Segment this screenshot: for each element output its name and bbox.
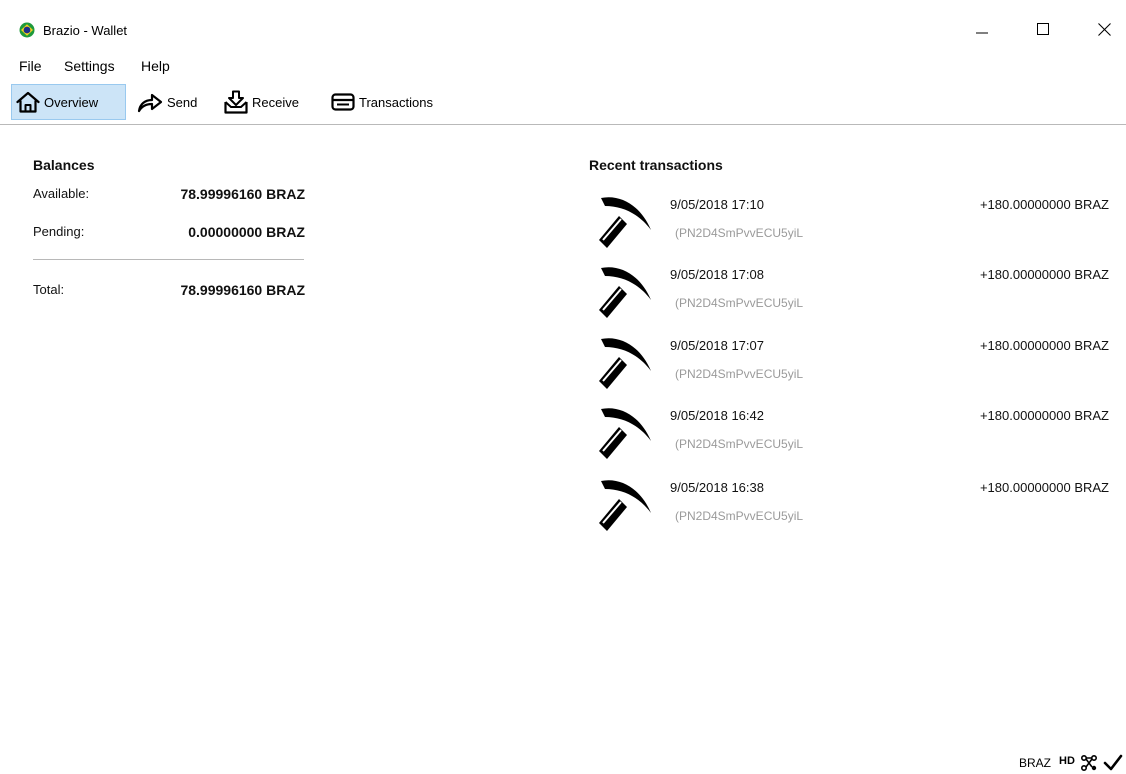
wallet-window: Brazio - Wallet File Settings Help Overv… xyxy=(0,0,1126,774)
balances-divider xyxy=(33,259,304,260)
status-bar: BRAZ HD xyxy=(0,750,1126,774)
transaction-amount: +180.00000000 BRAZ xyxy=(979,197,1109,212)
pending-value[interactable]: 0.00000000 BRAZ xyxy=(140,224,305,240)
balances-panel: Balances Available: 78.99996160 BRAZ Pen… xyxy=(0,125,560,325)
total-label: Total: xyxy=(33,282,65,297)
overview-tab[interactable]: Overview xyxy=(11,84,126,120)
pickaxe-icon xyxy=(599,480,651,531)
transaction-row[interactable]: 9/05/2018 17:10 (PN2D4SmPvvECU5yiL +180.… xyxy=(580,189,1126,259)
transactions-card-icon xyxy=(331,93,355,111)
transaction-address: (PN2D4SmPvvECU5yiL xyxy=(675,296,804,310)
transaction-row[interactable]: 9/05/2018 16:42 (PN2D4SmPvvECU5yiL +180.… xyxy=(580,400,1126,470)
pickaxe-icon xyxy=(599,408,651,459)
maximize-button[interactable] xyxy=(1020,9,1066,49)
transaction-date: 9/05/2018 17:07 xyxy=(670,338,764,353)
transaction-row[interactable]: 9/05/2018 17:08 (PN2D4SmPvvECU5yiL +180.… xyxy=(580,259,1126,329)
network-connections-icon[interactable] xyxy=(1079,753,1099,773)
menu-help[interactable]: Help xyxy=(141,58,170,74)
transactions-tab[interactable]: Transactions xyxy=(327,84,457,120)
toolbar: Overview Send Receive Transactions xyxy=(0,81,1126,125)
pickaxe-icon xyxy=(599,197,651,248)
available-label: Available: xyxy=(33,186,90,201)
balances-heading: Balances xyxy=(33,157,95,173)
transaction-date: 9/05/2018 16:38 xyxy=(670,480,764,495)
receive-inbox-icon xyxy=(224,90,248,114)
pickaxe-icon xyxy=(599,338,651,389)
transaction-row[interactable]: 9/05/2018 17:07 (PN2D4SmPvvECU5yiL +180.… xyxy=(580,330,1126,400)
menu-file[interactable]: File xyxy=(19,58,42,74)
unit-selector[interactable]: BRAZ xyxy=(1019,756,1051,770)
pending-label: Pending: xyxy=(33,224,85,239)
transaction-amount: +180.00000000 BRAZ xyxy=(979,267,1109,282)
title-bar[interactable]: Brazio - Wallet xyxy=(0,0,1126,50)
send-tab-label: Send xyxy=(167,94,198,110)
transaction-date: 9/05/2018 17:10 xyxy=(670,197,764,212)
recent-transactions-heading: Recent transactions xyxy=(589,157,723,173)
maximize-icon xyxy=(1037,23,1049,35)
menu-bar: File Settings Help xyxy=(0,53,1126,77)
transaction-date: 9/05/2018 17:08 xyxy=(670,267,764,282)
transaction-amount: +180.00000000 BRAZ xyxy=(979,408,1109,423)
transaction-address: (PN2D4SmPvvECU5yiL xyxy=(675,509,804,523)
transactions-tab-label: Transactions xyxy=(359,94,433,110)
total-value[interactable]: 78.99996160 BRAZ xyxy=(140,282,305,298)
close-button[interactable] xyxy=(1081,9,1126,49)
transaction-address: (PN2D4SmPvvECU5yiL xyxy=(675,226,804,240)
home-icon xyxy=(16,91,40,113)
overview-tab-label: Overview xyxy=(44,94,99,110)
send-tab[interactable]: Send xyxy=(133,84,213,120)
transaction-address: (PN2D4SmPvvECU5yiL xyxy=(675,367,804,381)
available-value[interactable]: 78.99996160 BRAZ xyxy=(140,186,305,202)
transaction-amount: +180.00000000 BRAZ xyxy=(979,338,1109,353)
receive-tab-label: Receive xyxy=(252,94,299,110)
minimize-icon xyxy=(976,32,988,34)
send-arrow-icon xyxy=(137,93,163,113)
recent-transactions-panel: Recent transactions 9/05/2018 17:10 (PN2… xyxy=(580,125,1126,555)
transaction-date: 9/05/2018 16:42 xyxy=(670,408,764,423)
brazil-flag-icon xyxy=(19,22,35,38)
close-icon xyxy=(1097,22,1111,36)
menu-settings[interactable]: Settings xyxy=(64,58,115,74)
window-title: Brazio - Wallet xyxy=(43,23,128,38)
hd-wallet-icon: HD xyxy=(1059,755,1075,767)
transaction-row[interactable]: 9/05/2018 16:38 (PN2D4SmPvvECU5yiL +180.… xyxy=(580,472,1126,542)
synced-check-icon xyxy=(1103,754,1123,771)
pickaxe-icon xyxy=(599,267,651,318)
receive-tab[interactable]: Receive xyxy=(220,84,320,120)
minimize-button[interactable] xyxy=(959,9,1005,49)
transaction-address: (PN2D4SmPvvECU5yiL xyxy=(675,437,804,451)
transaction-amount: +180.00000000 BRAZ xyxy=(979,480,1109,495)
